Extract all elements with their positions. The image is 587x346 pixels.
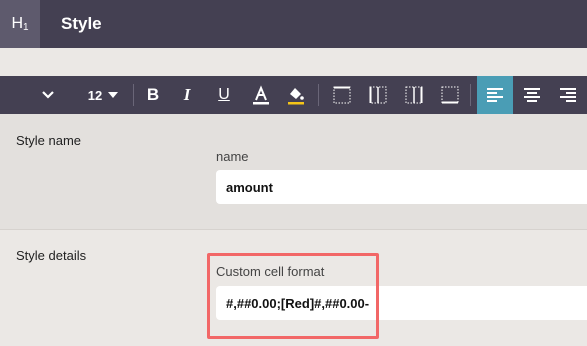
- font-color-icon[interactable]: [249, 76, 273, 114]
- style-name-label: Style name: [16, 133, 82, 148]
- toolbar-divider: [318, 84, 319, 106]
- italic-icon[interactable]: I: [175, 76, 199, 114]
- name-input[interactable]: amount: [216, 170, 587, 204]
- fill-color-icon[interactable]: [284, 76, 308, 114]
- font-size-caret-icon: [108, 92, 119, 98]
- font-dropdown-chevron-icon[interactable]: [36, 76, 60, 114]
- border-inside-icon[interactable]: [403, 76, 425, 114]
- toolbar-divider: [470, 84, 471, 106]
- font-size-value: 12: [87, 87, 103, 103]
- style-details-label: Style details: [16, 248, 87, 263]
- heading-icon-level: 1: [23, 21, 29, 33]
- format-toolbar: 12 B I U: [0, 76, 587, 114]
- border-top-icon[interactable]: [331, 76, 353, 114]
- header-spacer: [0, 48, 587, 76]
- page-title: Style: [61, 14, 102, 33]
- font-size-select[interactable]: 12: [80, 76, 126, 114]
- name-field-label: name: [216, 149, 249, 164]
- heading-icon-letter: H: [11, 15, 23, 32]
- underline-icon[interactable]: U: [212, 76, 236, 114]
- heading-style-icon[interactable]: H1: [0, 0, 40, 48]
- border-left-right-icon[interactable]: [367, 76, 389, 114]
- border-bottom-icon[interactable]: [439, 76, 461, 114]
- align-center-icon[interactable]: [518, 76, 546, 114]
- app-header: H1 Style: [0, 0, 587, 48]
- highlight-box: [207, 253, 379, 339]
- align-right-icon[interactable]: [554, 76, 582, 114]
- align-left-icon[interactable]: [477, 76, 513, 114]
- toolbar-divider: [133, 84, 134, 106]
- bold-icon[interactable]: B: [141, 76, 165, 114]
